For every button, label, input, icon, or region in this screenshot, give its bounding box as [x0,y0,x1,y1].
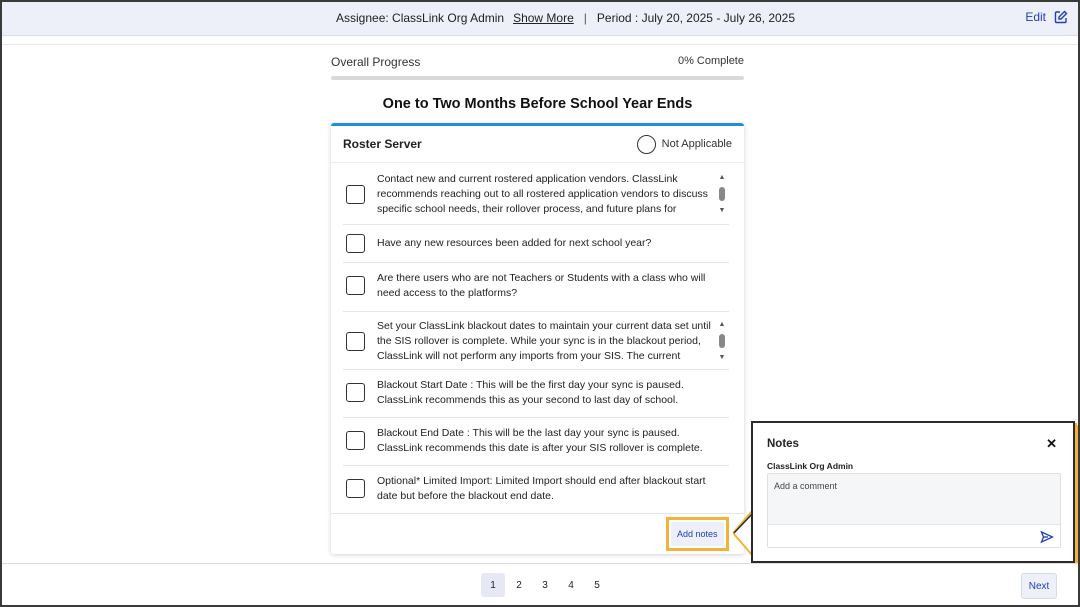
add-notes-button[interactable]: Add notes [671,522,724,546]
task-checkbox[interactable] [346,431,365,450]
section-title: One to Two Months Before School Year End… [382,96,693,112]
scroll-thumb[interactable] [719,187,725,201]
notes-user: ClassLink Org Admin [767,461,854,471]
task-divider [343,417,729,418]
header-divider [0,44,1080,45]
pagination: 1 2 3 4 5 [481,573,609,597]
assignee-label: Assignee: ClassLink Org Admin [336,11,505,25]
page-5-button[interactable]: 5 [585,573,609,597]
task-text: Are there users who are not Teachers or … [377,272,706,299]
progress-percent: 0% Complete [677,55,744,67]
task-text: Contact new and current rostered applica… [377,173,708,215]
task-item: Have any new resources been added for ne… [331,226,729,262]
progress-bar [331,76,744,80]
task-checkbox[interactable] [346,332,365,351]
scroll-down-icon[interactable]: ▼ [719,207,726,214]
show-more-link[interactable]: Show More [513,11,574,25]
task-divider [343,224,729,225]
task-item: Set your ClassLink blackout dates to mai… [331,313,729,365]
scroll-thumb[interactable] [719,334,725,348]
task-scrollbar[interactable]: ▲ ▼ [717,174,727,214]
comment-input[interactable] [768,474,1060,524]
notes-panel: Notes ✕ ClassLink Org Admin [751,421,1075,563]
footer-bar: 1 2 3 4 5 Next [0,563,1080,607]
task-text: Set your ClassLink blackout dates to mai… [377,320,711,362]
task-item: Contact new and current rostered applica… [331,171,729,219]
edit-pencil-icon [1054,10,1068,24]
close-icon[interactable]: ✕ [1046,436,1057,452]
page-4-button[interactable]: 4 [559,573,583,597]
card-footer-divider [331,513,744,514]
task-text: Blackout Start Date : This will be the f… [377,379,684,406]
task-divider [343,369,729,370]
comment-box [767,473,1061,548]
task-item: Blackout End Date : This will be the las… [331,419,729,465]
task-checkbox[interactable] [346,234,365,253]
page-2-button[interactable]: 2 [507,573,531,597]
edit-label: Edit [1025,10,1046,24]
task-checkbox[interactable] [346,479,365,498]
task-divider [343,262,729,263]
not-applicable-toggle[interactable]: Not Applicable [636,134,732,154]
next-button[interactable]: Next [1021,573,1057,599]
page-3-button[interactable]: 3 [533,573,557,597]
task-checkbox[interactable] [346,383,365,402]
not-applicable-label: Not Applicable [661,138,732,150]
page-1-button[interactable]: 1 [481,573,505,597]
scroll-up-icon[interactable]: ▲ [719,174,726,181]
task-text: Blackout End Date : This will be the las… [377,427,703,454]
scroll-down-icon[interactable]: ▼ [719,354,726,361]
overall-progress: Overall Progress 0% Complete [331,55,744,80]
progress-label: Overall Progress [331,55,421,69]
checklist-card: Roster Server Not Applicable Contact new… [331,123,744,554]
comment-footer [768,524,1060,547]
task-checkbox[interactable] [346,185,365,204]
assignment-info: Assignee: ClassLink Org Admin Show More … [336,11,795,25]
add-notes-highlight: Add notes [666,517,729,551]
task-text: Have any new resources been added for ne… [377,237,652,249]
card-header: Roster Server Not Applicable [331,126,744,163]
edit-button[interactable]: Edit [1025,10,1068,24]
task-divider [343,311,729,312]
task-text: Optional* Limited Import: Limited Import… [377,475,706,502]
task-item: Optional* Limited Import: Limited Import… [331,467,729,513]
header-separator: | [583,11,587,25]
task-checkbox[interactable] [346,276,365,295]
top-header: Assignee: ClassLink Org Admin Show More … [0,0,1080,36]
send-icon[interactable] [1040,530,1054,544]
scroll-up-icon[interactable]: ▲ [719,321,726,328]
task-divider [343,465,729,466]
task-item: Blackout Start Date : This will be the f… [331,371,729,417]
notes-title: Notes [767,438,799,450]
radio-circle-icon[interactable] [636,134,656,154]
task-item: Are there users who are not Teachers or … [331,264,729,310]
task-scrollbar[interactable]: ▲ ▼ [717,321,727,361]
card-title: Roster Server [343,137,422,151]
period-label: Period : July 20, 2025 - July 26, 2025 [596,11,796,25]
